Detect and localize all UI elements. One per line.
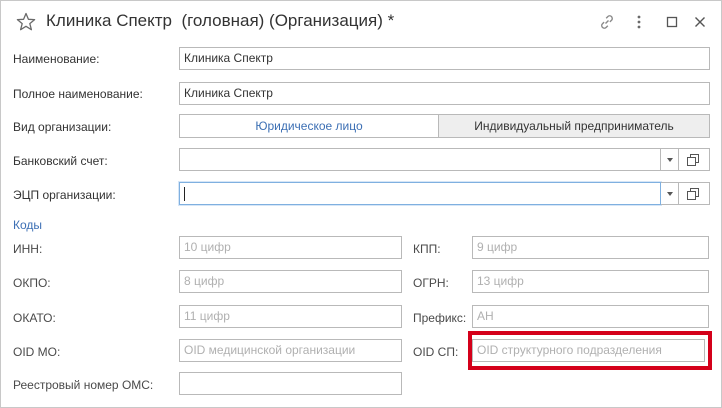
organization-form-window: Клиника Спектр (головная) (Организация) …	[0, 0, 722, 408]
oid-sp-highlight-frame	[468, 331, 712, 370]
ogrn-input[interactable]: 13 цифр	[472, 270, 709, 293]
fullname-label: Полное наименование:	[13, 87, 143, 101]
okpo-input[interactable]: 8 цифр	[179, 270, 402, 293]
bank-account-label: Банковский счет:	[13, 154, 108, 168]
oid-mo-input[interactable]: OID медицинской организации	[179, 339, 402, 362]
bank-account-input[interactable]	[179, 148, 661, 171]
kpp-label: КПП:	[413, 242, 441, 256]
bank-account-dropdown-button[interactable]	[661, 148, 679, 171]
close-icon[interactable]	[691, 13, 709, 31]
orgtype-individual-button[interactable]: Индивидуальный предприниматель	[439, 114, 710, 138]
okato-input[interactable]: 11 цифр	[179, 305, 402, 328]
okpo-label: ОКПО:	[13, 276, 51, 290]
okato-label: ОКАТО:	[13, 311, 56, 325]
orgtype-legal-entity-button[interactable]: Юридическое лицо	[179, 114, 439, 138]
prefix-input[interactable]: АН	[472, 305, 709, 328]
chevron-down-icon	[667, 158, 673, 162]
maximize-icon[interactable]	[663, 13, 681, 31]
eds-label: ЭЦП организации:	[13, 188, 116, 202]
kpp-input[interactable]: 9 цифр	[472, 236, 709, 259]
window-title: Клиника Спектр (головная) (Организация) …	[46, 11, 395, 30]
star-icon[interactable]	[16, 12, 36, 32]
oms-registry-label: Реестровый номер ОМС:	[13, 378, 154, 392]
name-label: Наименование:	[13, 52, 100, 66]
eds-open-button[interactable]	[679, 182, 710, 205]
name-input[interactable]: Клиника Спектр	[179, 47, 710, 70]
inn-input[interactable]: 10 цифр	[179, 236, 402, 259]
more-icon[interactable]	[630, 13, 648, 31]
open-form-icon	[687, 154, 699, 166]
ogrn-label: ОГРН:	[413, 276, 449, 290]
oid-mo-label: OID МО:	[13, 345, 61, 359]
open-form-icon	[687, 188, 699, 200]
inn-label: ИНН:	[13, 242, 43, 256]
eds-input[interactable]	[179, 182, 661, 205]
oid-sp-label: OID СП:	[413, 345, 459, 359]
fullname-input[interactable]: Клиника Спектр	[179, 82, 710, 105]
codes-section-title[interactable]: Коды	[13, 218, 42, 232]
text-cursor	[184, 186, 185, 201]
eds-dropdown-button[interactable]	[661, 182, 679, 205]
title-bar: Клиника Спектр (головная) (Организация) …	[1, 1, 721, 43]
orgtype-label: Вид организации:	[13, 120, 112, 134]
chevron-down-icon	[667, 192, 673, 196]
bank-account-open-button[interactable]	[679, 148, 710, 171]
oms-registry-input[interactable]	[179, 372, 402, 395]
link-icon[interactable]	[598, 13, 616, 31]
prefix-label: Префикс:	[413, 311, 467, 325]
